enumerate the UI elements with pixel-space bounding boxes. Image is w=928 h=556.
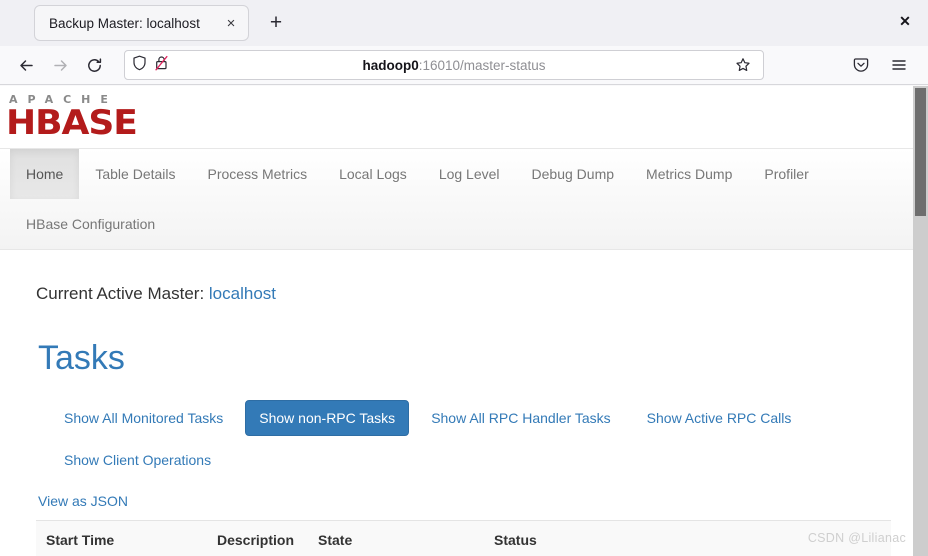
url-host: hadoop0 bbox=[362, 57, 419, 73]
nav-item-process-metrics[interactable]: Process Metrics bbox=[192, 149, 324, 199]
tasks-filter-button-group: Show All Monitored Tasks Show non-RPC Ta… bbox=[50, 400, 891, 484]
browser-tab-title: Backup Master: localhost bbox=[49, 15, 200, 31]
bookmark-star-icon[interactable] bbox=[730, 52, 756, 78]
reload-button[interactable] bbox=[78, 50, 110, 80]
show-non-rpc-tasks-button[interactable]: Show non-RPC Tasks bbox=[245, 400, 410, 436]
tab-strip: Backup Master: localhost × + ✕ bbox=[0, 0, 928, 46]
lock-crossed-icon[interactable] bbox=[154, 55, 169, 76]
forward-button[interactable] bbox=[44, 50, 76, 80]
site-navbar: Home Table Details Process Metrics Local… bbox=[0, 148, 913, 250]
logo-apache-text: APACHE bbox=[9, 93, 118, 106]
page-content: Current Active Master: localhost Tasks S… bbox=[0, 250, 913, 556]
nav-item-log-level[interactable]: Log Level bbox=[423, 149, 516, 199]
page-viewport: APACHE HBASE Home Table Details Process … bbox=[0, 86, 928, 556]
browser-window: Backup Master: localhost × + ✕ hadoop0:1… bbox=[0, 0, 928, 556]
tasks-table-head: Start Time Description State Status bbox=[36, 520, 891, 556]
show-all-monitored-tasks-button[interactable]: Show All Monitored Tasks bbox=[50, 400, 237, 436]
active-master-host-link[interactable]: localhost bbox=[209, 284, 276, 303]
hbase-master-status-page: APACHE HBASE Home Table Details Process … bbox=[0, 86, 913, 556]
browser-tab[interactable]: Backup Master: localhost × bbox=[34, 5, 249, 41]
hbase-logo[interactable]: APACHE HBASE bbox=[0, 86, 913, 141]
column-header-state: State bbox=[308, 520, 484, 556]
scrollbar-thumb[interactable] bbox=[915, 88, 926, 216]
nav-item-metrics-dump[interactable]: Metrics Dump bbox=[630, 149, 748, 199]
browser-toolbar: hadoop0:16010/master-status bbox=[0, 46, 928, 85]
tasks-heading: Tasks bbox=[38, 339, 125, 377]
column-header-status: Status bbox=[484, 520, 891, 556]
back-button[interactable] bbox=[10, 50, 42, 80]
current-active-master-label: Current Active Master: bbox=[36, 284, 205, 303]
current-active-master: Current Active Master: localhost bbox=[36, 250, 891, 306]
navbar-primary-row: Home Table Details Process Metrics Local… bbox=[10, 149, 913, 199]
nav-item-hbase-configuration[interactable]: HBase Configuration bbox=[10, 199, 171, 249]
pocket-icon[interactable] bbox=[844, 50, 878, 80]
show-active-rpc-calls-button[interactable]: Show Active RPC Calls bbox=[633, 400, 806, 436]
show-all-rpc-handler-tasks-button[interactable]: Show All RPC Handler Tasks bbox=[417, 400, 624, 436]
close-window-icon[interactable]: ✕ bbox=[888, 6, 922, 36]
tasks-table-header-row: Start Time Description State Status bbox=[36, 520, 891, 556]
page-scrollbar[interactable] bbox=[913, 86, 928, 556]
show-client-operations-button[interactable]: Show Client Operations bbox=[50, 442, 225, 478]
url-bar[interactable]: hadoop0:16010/master-status bbox=[124, 50, 764, 80]
tasks-table: Start Time Description State Status Wed … bbox=[36, 520, 891, 556]
nav-item-debug-dump[interactable]: Debug Dump bbox=[516, 149, 631, 199]
url-path: :16010/master-status bbox=[418, 57, 546, 73]
nav-item-home[interactable]: Home bbox=[10, 149, 80, 199]
hamburger-menu-icon[interactable] bbox=[882, 50, 916, 80]
nav-item-profiler[interactable]: Profiler bbox=[748, 149, 824, 199]
url-bar-icons bbox=[132, 55, 169, 76]
url-text: hadoop0:16010/master-status bbox=[178, 58, 730, 73]
logo-hbase-text: HBASE bbox=[6, 103, 138, 143]
new-tab-icon[interactable]: + bbox=[261, 8, 291, 38]
view-as-json-link[interactable]: View as JSON bbox=[38, 491, 891, 511]
toolbar-right-actions bbox=[844, 50, 918, 80]
column-header-description: Description bbox=[207, 520, 308, 556]
nav-item-local-logs[interactable]: Local Logs bbox=[323, 149, 423, 199]
column-header-start-time: Start Time bbox=[36, 520, 207, 556]
close-tab-icon[interactable]: × bbox=[220, 12, 242, 34]
nav-item-table-details[interactable]: Table Details bbox=[79, 149, 191, 199]
shield-icon[interactable] bbox=[132, 55, 147, 76]
navbar-secondary-row: HBase Configuration bbox=[10, 199, 913, 249]
